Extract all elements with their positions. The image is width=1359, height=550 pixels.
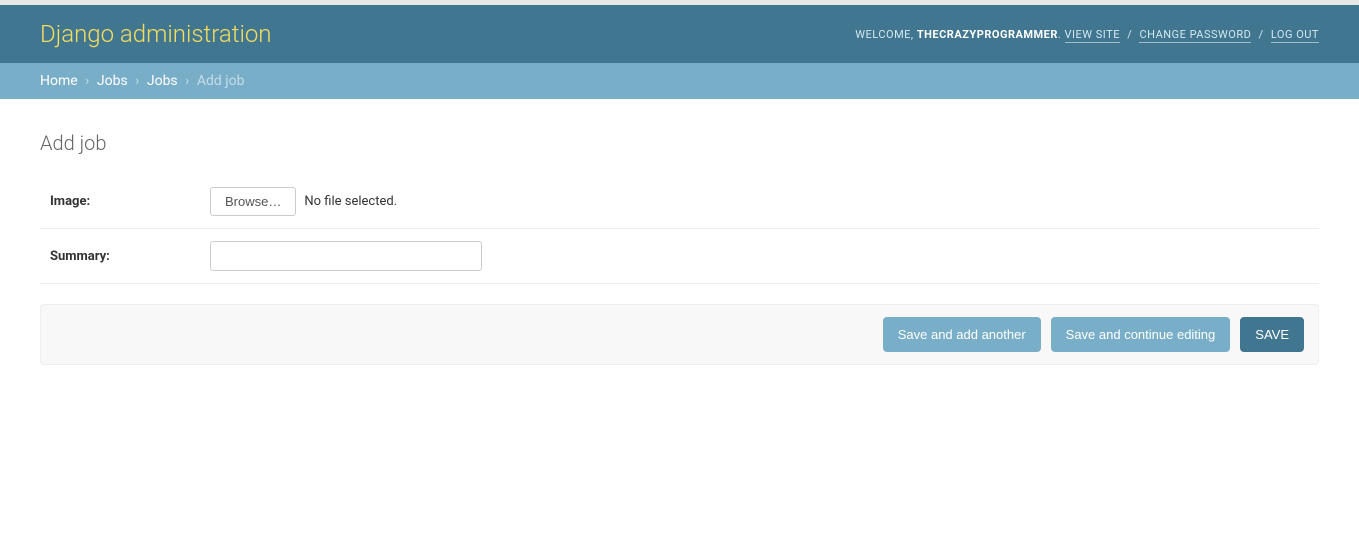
form-fieldset: Image: Browse… No file selected. Summary… — [40, 175, 1319, 284]
change-password-link[interactable]: CHANGE PASSWORD — [1139, 28, 1251, 43]
browse-button[interactable]: Browse… — [210, 187, 296, 216]
submit-row: Save and add another Save and continue e… — [40, 304, 1319, 365]
file-input-wrap: Browse… No file selected. — [210, 187, 397, 216]
breadcrumb: Home › Jobs › Jobs › Add job — [0, 63, 1359, 99]
form-row-image: Image: Browse… No file selected. — [40, 175, 1319, 229]
user-tools: WELCOME, THECRAZYPROGRAMMER. VIEW SITE /… — [855, 28, 1319, 41]
form-row-summary: Summary: — [40, 229, 1319, 284]
summary-input[interactable] — [210, 241, 482, 271]
site-title-link[interactable]: Django administration — [40, 20, 272, 48]
logout-link[interactable]: LOG OUT — [1271, 28, 1319, 43]
username: THECRAZYPROGRAMMER — [917, 28, 1058, 41]
breadcrumb-separator: › — [185, 73, 189, 89]
breadcrumb-separator: › — [135, 73, 139, 89]
dot: . — [1058, 28, 1061, 41]
save-continue-button[interactable]: Save and continue editing — [1051, 317, 1231, 352]
branding: Django administration — [40, 20, 272, 48]
add-job-form: Image: Browse… No file selected. Summary… — [40, 175, 1319, 365]
summary-label: Summary: — [50, 249, 210, 264]
file-status-text: No file selected. — [304, 194, 397, 209]
breadcrumb-current: Add job — [197, 73, 245, 89]
welcome-text: WELCOME, — [855, 28, 913, 41]
separator: / — [1127, 28, 1132, 41]
admin-header: Django administration WELCOME, THECRAZYP… — [0, 5, 1359, 63]
site-title: Django administration — [40, 20, 272, 48]
breadcrumb-home[interactable]: Home — [40, 73, 78, 89]
separator: / — [1259, 28, 1264, 41]
page-title: Add job — [40, 131, 1319, 155]
content: Add job Image: Browse… No file selected.… — [0, 99, 1359, 385]
breadcrumb-model[interactable]: Jobs — [147, 73, 178, 89]
save-add-another-button[interactable]: Save and add another — [883, 317, 1041, 352]
view-site-link[interactable]: VIEW SITE — [1065, 28, 1120, 43]
save-button[interactable]: SAVE — [1240, 317, 1304, 352]
breadcrumb-app[interactable]: Jobs — [97, 73, 128, 89]
breadcrumb-separator: › — [85, 73, 89, 89]
image-label: Image: — [50, 194, 210, 209]
